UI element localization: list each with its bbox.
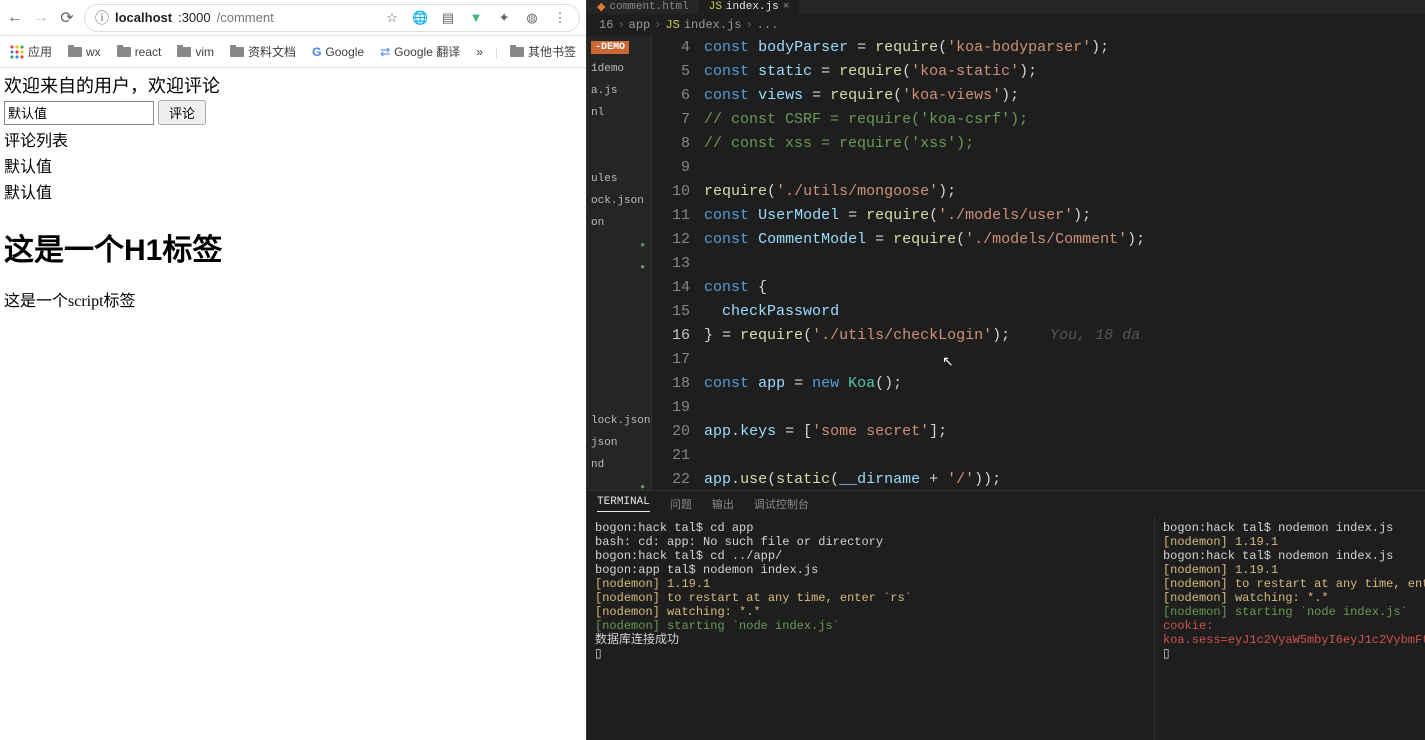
breadcrumb-folder: app: [629, 18, 651, 32]
menu-icon[interactable]: ⋮: [551, 9, 569, 27]
apps-shortcut[interactable]: 应用: [10, 43, 52, 60]
apps-icon: [10, 45, 24, 59]
page-h1: 这是一个H1标签: [4, 225, 582, 269]
profile-ext-icon[interactable]: ◍: [523, 9, 541, 27]
code-editor-window: ◆ comment.html JS index.js × ⊟ ◫ ⋯ 16 › …: [587, 0, 1425, 740]
bookmarks-overflow[interactable]: »: [476, 45, 483, 59]
explorer-file[interactable]: lock.json: [587, 410, 651, 432]
terminal-body: bogon:hack tal$ cd appbash: cd: app: No …: [587, 517, 1425, 740]
explorer-file[interactable]: nd: [587, 454, 651, 476]
explorer-file[interactable]: [587, 256, 651, 278]
explorer-file[interactable]: a.js: [587, 80, 651, 102]
forward-button[interactable]: →: [32, 9, 50, 27]
comment-form: 评论: [4, 100, 582, 125]
code-editor[interactable]: 45678910111213141516171819202122 const b…: [652, 36, 1425, 490]
tab-comment-html[interactable]: ◆ comment.html: [587, 0, 699, 14]
reload-button[interactable]: ⟳: [58, 9, 76, 27]
page-content: 欢迎来自的用户，欢迎评论 评论 评论列表 默认值 默认值 这是一个H1标签 这是…: [0, 68, 586, 315]
folder-icon: [177, 47, 191, 57]
line-gutter: 45678910111213141516171819202122: [652, 36, 704, 490]
browser-toolbar: ← → ⟳ ⓘ localhost :3000/comment ☆ 🌐 ▤ ▼ ✦…: [0, 0, 586, 36]
tab-index-js[interactable]: JS index.js ×: [699, 0, 800, 14]
explorer-file[interactable]: json: [587, 432, 651, 454]
site-info-icon[interactable]: ⓘ: [95, 8, 109, 28]
explorer-file[interactable]: on: [587, 212, 651, 234]
explorer-file[interactable]: [587, 300, 651, 322]
terminal-tab-problems[interactable]: 问题: [670, 496, 692, 512]
tab-label: index.js: [726, 1, 779, 13]
bookmark-item[interactable]: ⇄Google 翻译: [380, 43, 460, 60]
explorer-file[interactable]: [587, 322, 651, 344]
google-icon: G: [312, 45, 321, 59]
list-item: 默认值: [4, 179, 582, 203]
comment-list-title: 评论列表: [4, 127, 582, 151]
explorer-file[interactable]: [587, 344, 651, 366]
explorer-file[interactable]: [587, 388, 651, 410]
explorer-file[interactable]: [587, 366, 651, 388]
terminal-tabs: TERMINAL 问题 输出 调试控制台 1: node, node ＋ ◫ 🗑…: [587, 491, 1425, 517]
folder-icon: [68, 47, 82, 57]
url-path: /comment: [217, 10, 274, 25]
explorer-file[interactable]: 1demo: [587, 58, 651, 80]
apps-label: 应用: [28, 43, 52, 60]
url-port: :3000: [178, 10, 211, 25]
vue-ext-icon[interactable]: ▼: [467, 9, 485, 27]
folder-icon: [117, 47, 131, 57]
other-bookmarks-label: 其他书签: [528, 43, 576, 60]
bookmarks-bar: 应用 wxreactvim资料文档GGoogle⇄Google 翻译 » | 其…: [0, 36, 586, 68]
translate-icon: ⇄: [380, 45, 390, 59]
bookmark-items: wxreact vim 资料文档 GGoogle ⇄Google 翻译: [68, 43, 460, 60]
explorer-file[interactable]: [587, 146, 651, 168]
bookmark-item[interactable]: wx: [68, 43, 101, 60]
terminal-pane-right[interactable]: bogon:hack tal$ nodemon index.js[nodemon…: [1154, 517, 1425, 740]
terminal-tab-terminal[interactable]: TERMINAL: [597, 496, 650, 512]
breadcrumb-line: 16: [599, 18, 613, 32]
file-explorer-partial[interactable]: -DEMO 1demoa.jsnl ulesock.jsonon lock.json…: [587, 36, 652, 490]
bookmark-item[interactable]: 资料文档: [230, 43, 296, 60]
explorer-badge: -DEMO: [591, 41, 629, 54]
globe-ext-icon[interactable]: 🌐: [411, 9, 429, 27]
welcome-text: 欢迎来自的用户，欢迎评论: [4, 72, 582, 98]
explorer-file[interactable]: [587, 124, 651, 146]
bookmark-item[interactable]: GGoogle: [312, 43, 364, 60]
code-lines[interactable]: const bodyParser = require('koa-bodypars…: [704, 36, 1425, 490]
folder-icon: [230, 47, 244, 57]
comment-input[interactable]: [4, 101, 154, 125]
explorer-file[interactable]: nl: [587, 102, 651, 124]
terminal-tab-output[interactable]: 输出: [712, 496, 734, 512]
tab-label: comment.html: [610, 1, 689, 13]
breadcrumb-rest: ...: [757, 18, 779, 32]
terminal-pane-left[interactable]: bogon:hack tal$ cd appbash: cd: app: No …: [587, 517, 1154, 740]
editor-tabs: ◆ comment.html JS index.js × ⊟ ◫ ⋯: [587, 0, 1425, 14]
terminal-tab-debug[interactable]: 调试控制台: [754, 496, 809, 512]
explorer-file[interactable]: ules: [587, 168, 651, 190]
extensions-icon[interactable]: ✦: [495, 9, 513, 27]
explorer-file[interactable]: ock.json: [587, 190, 651, 212]
sheet-ext-icon[interactable]: ▤: [439, 9, 457, 27]
other-bookmarks[interactable]: 其他书签: [510, 43, 576, 60]
breadcrumb[interactable]: 16 › app › JS index.js › ...: [587, 14, 1425, 36]
explorer-file[interactable]: [587, 278, 651, 300]
breadcrumb-file: index.js: [684, 18, 742, 32]
explorer-file[interactable]: [587, 476, 651, 490]
folder-icon: [510, 47, 524, 57]
submit-button[interactable]: 评论: [158, 100, 206, 125]
terminal-panel: TERMINAL 问题 输出 调试控制台 1: node, node ＋ ◫ 🗑…: [587, 490, 1425, 740]
explorer-file[interactable]: [587, 234, 651, 256]
url-bar[interactable]: ⓘ localhost :3000/comment ☆ 🌐 ▤ ▼ ✦ ◍ ⋮: [84, 4, 580, 32]
browser-window: ← → ⟳ ⓘ localhost :3000/comment ☆ 🌐 ▤ ▼ ✦…: [0, 0, 587, 740]
back-button[interactable]: ←: [6, 9, 24, 27]
bookmark-item[interactable]: react: [117, 43, 162, 60]
close-icon[interactable]: ×: [783, 1, 790, 13]
url-host: localhost: [115, 10, 172, 25]
code-area: -DEMO 1demoa.jsnl ulesock.jsonon lock.json…: [587, 36, 1425, 490]
bookmark-item[interactable]: vim: [177, 43, 214, 60]
url-actions: ☆ 🌐 ▤ ▼ ✦ ◍ ⋮: [383, 9, 569, 27]
script-text: 这是一个script标签: [4, 287, 582, 311]
bookmark-star-icon[interactable]: ☆: [383, 9, 401, 27]
list-item: 默认值: [4, 153, 582, 177]
